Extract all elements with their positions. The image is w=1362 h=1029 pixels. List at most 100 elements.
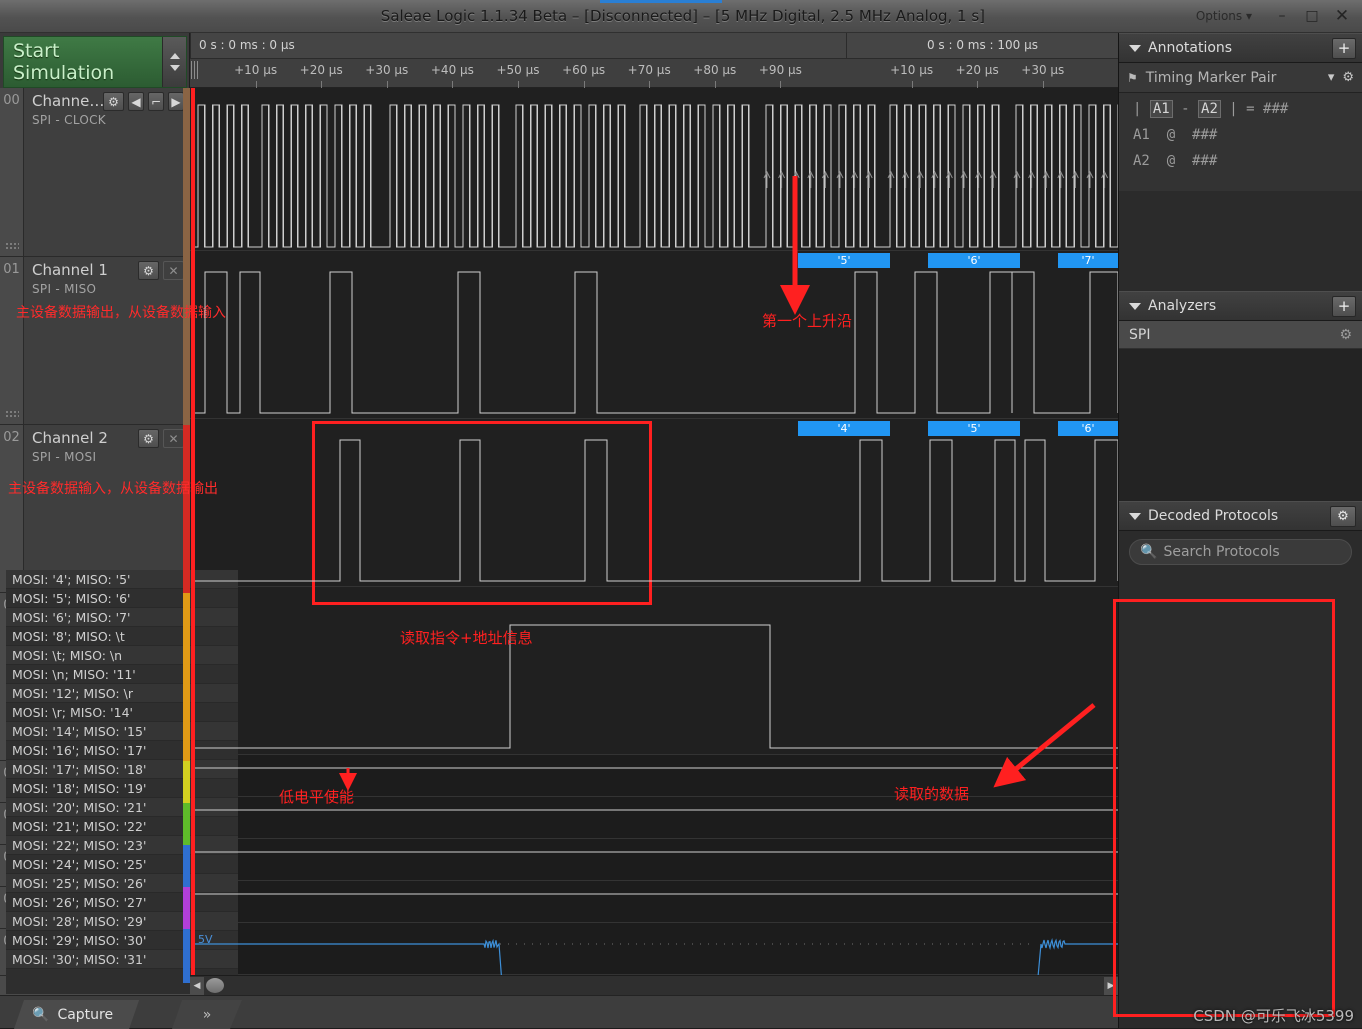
- add-analyzer-button[interactable]: +: [1332, 295, 1356, 317]
- decoded-protocol-row[interactable]: MOSI: \r; MISO: '14': [6, 703, 238, 722]
- window-title: Saleae Logic 1.1.34 Beta – [Disconnected…: [380, 7, 986, 25]
- analyzers-empty-area: [1119, 349, 1362, 501]
- drag-grip-icon[interactable]: [5, 242, 19, 250]
- time-cursor[interactable]: [191, 88, 195, 975]
- annotation-low-level-enable: 低电平使能: [279, 788, 355, 806]
- decode-bubble-mosi-2[interactable]: '6': [1058, 421, 1118, 436]
- channel-gear-button[interactable]: ⚙: [138, 429, 159, 448]
- decode-bubble-miso-0[interactable]: '5': [798, 253, 890, 268]
- decoded-protocol-row[interactable]: MOSI: '25'; MISO: '26': [6, 874, 238, 893]
- timing-marker-pair-row[interactable]: ⚑ Timing Marker Pair ▾ ⚙: [1119, 63, 1362, 93]
- lane-enable[interactable]: [190, 587, 1118, 755]
- timeline-header[interactable]: 0 s : 0 ms : 0 µs 0 s : 0 ms : 100 µs +1…: [190, 33, 1118, 88]
- chevron-down-icon[interactable]: [1129, 512, 1141, 520]
- channel-row-0[interactable]: 00 Channe… SPI - CLOCK ⚙ ◀ ⌐ ▶: [0, 88, 190, 257]
- horizontal-scrollbar[interactable]: ◀ ▶: [190, 975, 1118, 995]
- chevron-down-icon[interactable]: ▾: [1328, 70, 1335, 85]
- decoded-protocol-row[interactable]: MOSI: '12'; MISO: \r: [6, 684, 238, 703]
- timeline-tick: +30 µs: [1021, 63, 1065, 77]
- timeline-tick: +60 µs: [562, 63, 606, 77]
- timeline-drag-handle[interactable]: [191, 61, 198, 79]
- scroll-left-arrow[interactable]: ◀: [190, 976, 204, 995]
- decoded-protocol-row[interactable]: MOSI: '4'; MISO: '5': [6, 570, 238, 589]
- timeline-tick-mark: [452, 81, 454, 88]
- lane-miso[interactable]: [190, 251, 1118, 419]
- chevron-down-icon[interactable]: [1129, 302, 1141, 310]
- chevron-up-icon[interactable]: [169, 53, 180, 59]
- lane-analog[interactable]: [190, 923, 1118, 975]
- decoded-protocol-row[interactable]: MOSI: \t; MISO: \n: [6, 646, 238, 665]
- annotation-first-rising-edge: 第一个上升沿: [762, 312, 853, 330]
- channel-gear-button[interactable]: ⚙: [103, 92, 124, 111]
- decoded-protocol-row[interactable]: MOSI: '8'; MISO: \t: [6, 627, 238, 646]
- decoded-protocol-row[interactable]: MOSI: '21'; MISO: '22': [6, 817, 238, 836]
- decode-bubble-miso-2[interactable]: '7': [1058, 253, 1118, 268]
- channel-buttons[interactable]: ⚙✕: [138, 261, 184, 280]
- channel-buttons[interactable]: ⚙✕: [138, 429, 184, 448]
- decoded-settings-button[interactable]: ⚙: [1330, 505, 1356, 527]
- marker-a1-line: A1 @ ###: [1133, 127, 1362, 143]
- decoded-protocol-row[interactable]: MOSI: '5'; MISO: '6': [6, 589, 238, 608]
- channel-prev-button[interactable]: ◀: [128, 92, 144, 111]
- simulation-stepper[interactable]: [162, 37, 186, 87]
- drag-grip-icon[interactable]: [5, 410, 19, 418]
- options-menu[interactable]: Options ▾: [1196, 9, 1252, 23]
- gear-icon[interactable]: ⚙: [1342, 70, 1354, 85]
- lane-clock[interactable]: [190, 88, 1118, 251]
- channel-close-button[interactable]: ✕: [163, 261, 184, 280]
- analyzer-item-spi[interactable]: SPI ⚙: [1119, 321, 1362, 349]
- channel-next-button[interactable]: ▶: [168, 92, 184, 111]
- timeline-tick: +20 µs: [299, 63, 343, 77]
- decode-bubble-miso-1[interactable]: '6': [928, 253, 1020, 268]
- channel-color-strip-4: [183, 761, 190, 803]
- decoded-protocol-row[interactable]: MOSI: '28'; MISO: '29': [6, 912, 238, 931]
- title-bar: Saleae Logic 1.1.34 Beta – [Disconnected…: [0, 0, 1362, 33]
- decoded-protocol-row[interactable]: MOSI: '18'; MISO: '19': [6, 779, 238, 798]
- chevron-down-icon[interactable]: [1129, 44, 1141, 52]
- decoded-protocol-row[interactable]: MOSI: \n; MISO: '11': [6, 665, 238, 684]
- timeline-tick-mark: [321, 81, 323, 88]
- marker-a2-line: A2 @ ###: [1133, 153, 1362, 169]
- decode-bubble-mosi-0[interactable]: '4': [798, 421, 890, 436]
- timeline-tick: +50 µs: [496, 63, 540, 77]
- lane-ch6[interactable]: [190, 839, 1118, 881]
- channel-buttons[interactable]: ⚙ ◀ ⌐ ▶: [103, 92, 184, 111]
- channel-row-2[interactable]: 02 Channel 2 SPI - MOSI ⚙ ✕: [0, 425, 190, 593]
- chevron-down-icon[interactable]: [169, 65, 180, 71]
- decoded-protocol-row[interactable]: MOSI: '26'; MISO: '27': [6, 893, 238, 912]
- marker-a1-label: A1: [1133, 127, 1150, 143]
- channel-name: Channe…: [32, 92, 105, 110]
- channel-close-button[interactable]: ✕: [163, 429, 184, 448]
- decoded-protocol-row[interactable]: MOSI: '30'; MISO: '31': [6, 950, 238, 969]
- timeline-ticks: +10 µs +20 µs +30 µs +40 µs +50 µs +60 µs +70 …: [190, 59, 1118, 88]
- channel-edge-button[interactable]: ⌐: [148, 92, 164, 111]
- decoded-protocols-list[interactable]: MOSI: '4'; MISO: '5' MOSI: '5'; MISO: '6'…: [6, 570, 238, 994]
- start-simulation-button[interactable]: Start Simulation: [3, 36, 187, 88]
- decode-bubble-mosi-1[interactable]: '5': [928, 421, 1020, 436]
- add-annotation-button[interactable]: +: [1332, 37, 1356, 59]
- close-button[interactable]: ✕: [1328, 5, 1356, 27]
- decoded-protocol-row[interactable]: MOSI: '14'; MISO: '15': [6, 722, 238, 741]
- minimize-button[interactable]: –: [1268, 5, 1296, 27]
- annotations-section-header[interactable]: Annotations +: [1119, 33, 1362, 63]
- tab-capture[interactable]: 🔍 Capture: [14, 1000, 139, 1029]
- decoded-protocol-row[interactable]: MOSI: '20'; MISO: '21': [6, 798, 238, 817]
- channel-gear-button[interactable]: ⚙: [138, 261, 159, 280]
- decoded-protocol-row[interactable]: MOSI: '17'; MISO: '18': [6, 760, 238, 779]
- decoded-protocols-section-header[interactable]: Decoded Protocols ⚙: [1119, 501, 1362, 531]
- tab-more[interactable]: »: [172, 1000, 242, 1029]
- gear-icon[interactable]: ⚙: [1339, 327, 1352, 343]
- decoded-protocol-row[interactable]: MOSI: '6'; MISO: '7': [6, 608, 238, 627]
- scroll-thumb[interactable]: [206, 978, 224, 993]
- lane-ch7[interactable]: [190, 881, 1118, 923]
- search-protocols-box[interactable]: 🔍 Search Protocols: [1129, 539, 1352, 565]
- timeline-tick: +20 µs: [955, 63, 999, 77]
- analyzers-section-header[interactable]: Analyzers +: [1119, 291, 1362, 321]
- timeline-tick-mark: [780, 81, 782, 88]
- decoded-protocol-row[interactable]: MOSI: '24'; MISO: '25': [6, 855, 238, 874]
- scroll-right-arrow[interactable]: ▶: [1104, 976, 1118, 995]
- maximize-button[interactable]: □: [1298, 5, 1326, 27]
- decoded-protocol-row[interactable]: MOSI: '16'; MISO: '17': [6, 741, 238, 760]
- decoded-protocol-row[interactable]: MOSI: '22'; MISO: '23': [6, 836, 238, 855]
- channel-row-1[interactable]: 01 Channel 1 SPI - MISO ⚙ ✕: [0, 257, 190, 425]
